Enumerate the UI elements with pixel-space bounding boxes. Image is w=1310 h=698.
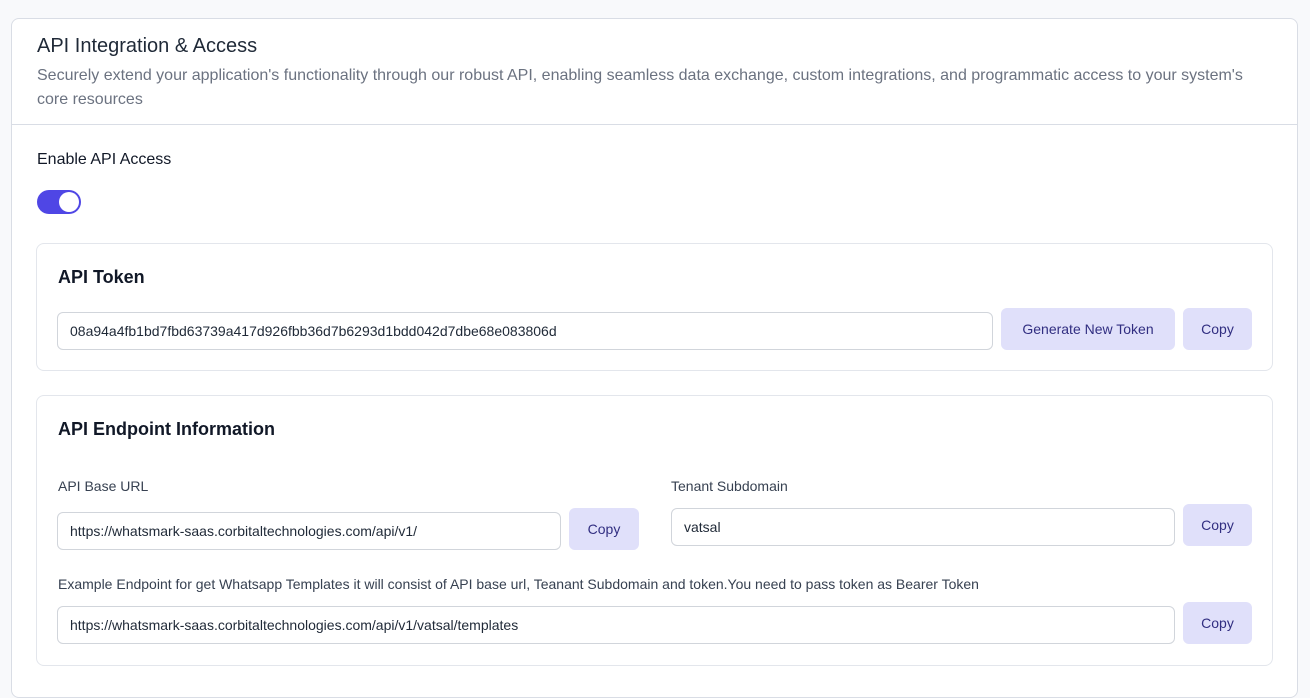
copy-example-endpoint-button[interactable]: Copy xyxy=(1183,602,1252,644)
copy-subdomain-button[interactable]: Copy xyxy=(1183,504,1252,546)
card-header: API Integration & Access Securely extend… xyxy=(12,19,1297,125)
example-endpoint-input[interactable]: https://whatsmark-saas.corbitaltechnolog… xyxy=(57,606,1175,644)
subdomain-label: Tenant Subdomain xyxy=(671,478,788,494)
api-token-input[interactable]: 08a94a4fb1bd7fbd63739a417d926fbb36d7b629… xyxy=(57,312,993,350)
api-token-section: API Token 08a94a4fb1bd7fbd63739a417d926f… xyxy=(36,243,1273,371)
api-token-title: API Token xyxy=(58,267,145,287)
page-description: Securely extend your application's funct… xyxy=(37,67,1243,108)
subdomain-input[interactable]: vatsal xyxy=(671,508,1175,546)
enable-api-label: Enable API Access xyxy=(37,151,172,168)
generate-token-button[interactable]: Generate New Token xyxy=(1001,308,1175,350)
example-endpoint-label: Example Endpoint for get Whatsapp Templa… xyxy=(58,576,979,592)
enable-api-toggle[interactable] xyxy=(37,190,81,214)
copy-token-button[interactable]: Copy xyxy=(1183,308,1252,350)
api-endpoint-section: API Endpoint Information API Base URL ht… xyxy=(36,395,1273,666)
api-integration-card: API Integration & Access Securely extend… xyxy=(11,18,1298,698)
page-title: API Integration & Access xyxy=(37,35,258,57)
base-url-input[interactable]: https://whatsmark-saas.corbitaltechnolog… xyxy=(57,512,561,550)
copy-base-url-button[interactable]: Copy xyxy=(569,508,639,550)
base-url-label: API Base URL xyxy=(58,478,149,494)
api-endpoint-title: API Endpoint Information xyxy=(58,419,275,439)
toggle-knob xyxy=(59,192,79,212)
